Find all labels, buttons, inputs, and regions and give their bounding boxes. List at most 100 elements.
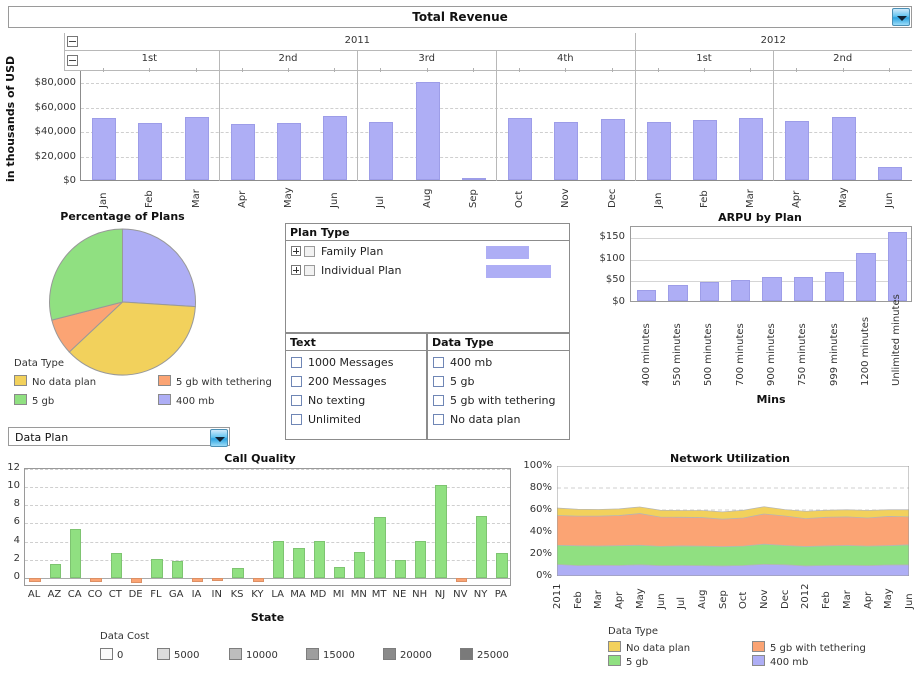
- revenue-bar[interactable]: [600, 118, 625, 180]
- revenue-bar[interactable]: [692, 120, 717, 180]
- data-type-filter-option-checkbox[interactable]: [433, 414, 444, 425]
- arpu-bar[interactable]: [762, 276, 782, 301]
- total-revenue-header-bar[interactable]: Total Revenue: [8, 6, 912, 28]
- data-type-filter-option-checkbox[interactable]: [433, 395, 444, 406]
- data-type-filter-option[interactable]: 400 mb: [433, 356, 492, 369]
- call-quality-y-tick: 2: [13, 552, 20, 564]
- call-quality-bar[interactable]: [151, 558, 163, 578]
- revenue-bar[interactable]: [276, 122, 301, 180]
- plan-type-row[interactable]: Individual Plan: [291, 264, 401, 277]
- call-quality-bar[interactable]: [272, 541, 285, 578]
- data-plan-dropdown-button[interactable]: [210, 429, 228, 447]
- data-type-filter-option-checkbox[interactable]: [433, 376, 444, 387]
- text-filter-option[interactable]: 200 Messages: [291, 375, 386, 388]
- call-quality-x-tick: KY: [251, 589, 264, 600]
- call-quality-bar[interactable]: [29, 577, 41, 582]
- data-type-filter-option[interactable]: 5 gb with tethering: [433, 394, 555, 407]
- revenue-tick-mark: [241, 68, 243, 72]
- legend-label: 15000: [323, 650, 355, 661]
- call-quality-bar[interactable]: [90, 577, 102, 582]
- call-quality-bar[interactable]: [313, 541, 325, 578]
- call-quality-bar[interactable]: [435, 485, 447, 578]
- call-quality-bar[interactable]: [333, 567, 346, 578]
- text-filter-option-checkbox[interactable]: [291, 395, 302, 406]
- collapse-quarter-button[interactable]: [67, 55, 78, 66]
- quarter-separator: [496, 51, 497, 181]
- arpu-bar[interactable]: [636, 290, 657, 301]
- network-legend-item: 5 gb: [608, 655, 648, 668]
- revenue-bar[interactable]: [415, 81, 440, 180]
- collapse-year-button[interactable]: [67, 36, 78, 47]
- call-quality-bar[interactable]: [415, 541, 427, 578]
- network-x-tick: Oct: [738, 591, 750, 609]
- arpu-bar[interactable]: [730, 280, 751, 301]
- call-quality-bar[interactable]: [252, 577, 265, 582]
- percentage-of-plans-pie[interactable]: [45, 226, 200, 378]
- call-quality-x-tick: NE: [392, 589, 407, 600]
- revenue-bar[interactable]: [230, 123, 255, 180]
- pie-slice[interactable]: [122, 228, 196, 308]
- revenue-bar[interactable]: [739, 117, 764, 180]
- call-quality-bar[interactable]: [394, 560, 407, 578]
- revenue-bar[interactable]: [508, 118, 533, 180]
- arpu-bar[interactable]: [887, 232, 908, 301]
- legend-swatch: [608, 641, 621, 652]
- call-quality-bar[interactable]: [212, 577, 224, 582]
- call-quality-bar[interactable]: [110, 553, 122, 578]
- revenue-bar[interactable]: [323, 116, 348, 180]
- expand-plus-icon[interactable]: [291, 246, 301, 256]
- call-quality-bar[interactable]: [475, 516, 488, 578]
- call-quality-bar[interactable]: [70, 528, 82, 578]
- text-filter-option-checkbox[interactable]: [291, 414, 302, 425]
- call-quality-bar[interactable]: [496, 553, 508, 578]
- call-quality-bar[interactable]: [374, 517, 386, 578]
- call-quality-y-tick: 4: [13, 534, 20, 546]
- text-filter-option[interactable]: 1000 Messages: [291, 356, 393, 369]
- header-dropdown-button[interactable]: [892, 8, 910, 26]
- revenue-bar[interactable]: [831, 117, 856, 180]
- revenue-x-tick: Nov: [560, 188, 572, 208]
- revenue-bar[interactable]: [877, 166, 902, 180]
- text-filter-option[interactable]: Unlimited: [291, 413, 361, 426]
- arpu-bar[interactable]: [824, 271, 845, 301]
- call-quality-bar[interactable]: [191, 577, 204, 583]
- call-quality-x-tick: LA: [271, 589, 284, 600]
- expand-plus-icon[interactable]: [291, 265, 301, 275]
- plan-type-row[interactable]: Family Plan: [291, 245, 383, 258]
- network-utilization-area-chart[interactable]: [557, 466, 909, 576]
- revenue-bar[interactable]: [785, 120, 810, 180]
- plan-type-checkbox[interactable]: [304, 246, 315, 257]
- revenue-bar[interactable]: [646, 122, 671, 180]
- call-quality-bar[interactable]: [130, 577, 143, 584]
- revenue-bar[interactable]: [369, 122, 394, 180]
- arpu-bar[interactable]: [856, 253, 876, 301]
- call-quality-bar[interactable]: [455, 577, 467, 582]
- network-legend-item: 400 mb: [752, 655, 808, 668]
- data-plan-select[interactable]: Data Plan: [8, 427, 230, 447]
- text-filter-option[interactable]: No texting: [291, 394, 365, 407]
- network-area-series[interactable]: [557, 563, 909, 576]
- network-y-tick: 40%: [529, 526, 552, 537]
- data-type-filter-option-checkbox[interactable]: [433, 357, 444, 368]
- call-quality-bar[interactable]: [171, 560, 183, 578]
- text-filter-option-checkbox[interactable]: [291, 376, 302, 387]
- revenue-bar[interactable]: [554, 121, 579, 180]
- revenue-bar[interactable]: [138, 122, 163, 180]
- legend-swatch: [158, 375, 171, 386]
- arpu-bar[interactable]: [699, 281, 720, 301]
- revenue-bar[interactable]: [461, 178, 486, 180]
- arpu-bar[interactable]: [793, 276, 814, 301]
- network-area-series[interactable]: [557, 543, 909, 567]
- data-type-filter-option[interactable]: 5 gb: [433, 375, 474, 388]
- text-filter-option-checkbox[interactable]: [291, 357, 302, 368]
- revenue-bar[interactable]: [184, 117, 209, 180]
- call-quality-bar[interactable]: [232, 567, 244, 578]
- data-type-filter-option[interactable]: No data plan: [433, 413, 520, 426]
- plan-type-checkbox[interactable]: [304, 265, 315, 276]
- call-quality-bar[interactable]: [354, 551, 366, 578]
- call-quality-bar[interactable]: [293, 547, 305, 578]
- legend-label: 5000: [174, 650, 200, 661]
- call-quality-bar[interactable]: [49, 564, 62, 578]
- revenue-bar[interactable]: [92, 118, 117, 180]
- arpu-bar[interactable]: [668, 284, 688, 301]
